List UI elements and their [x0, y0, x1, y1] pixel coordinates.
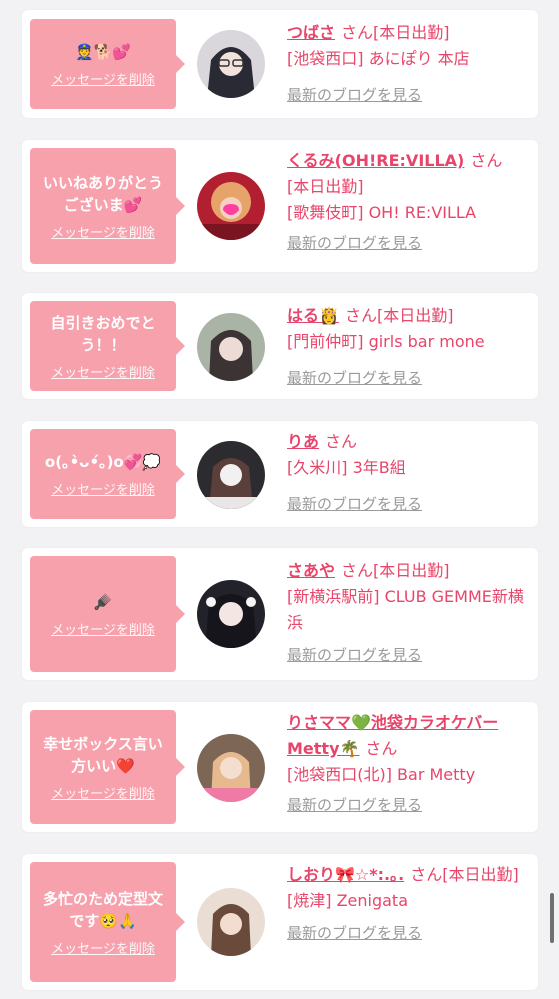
message-text: いいねありがとうございま💕: [42, 173, 163, 214]
message-bubble: o(｡•̀ᴗ•́｡)o💞💭 メッセージを削除: [30, 429, 185, 519]
message-bubble: 多忙のため定型文です🥺🙏 メッセージを削除: [30, 862, 185, 982]
shop-text: [門前仲町] girls bar mone: [287, 332, 485, 351]
shop-text: [久米川] 3年B組: [287, 458, 406, 477]
avatar[interactable]: [197, 888, 265, 956]
avatar-image: [197, 313, 265, 381]
message-text: 幸せボックス言い方いい❤️: [43, 734, 163, 775]
avatar-image: [197, 30, 265, 98]
profile-name-link[interactable]: くるみ(OH!RE:VILLA): [287, 151, 464, 170]
message-text: 🪮: [93, 592, 113, 611]
shop-text: [池袋西口(北)] Bar Metty: [287, 765, 476, 784]
honorific: さん: [341, 23, 374, 42]
list-item: 自引きおめでとう！！ メッセージを削除 はる👸 さん[本日出勤] [門前仲町] g…: [22, 293, 538, 399]
avatar[interactable]: [197, 30, 265, 98]
honorific: さん: [365, 739, 398, 758]
delete-message-link[interactable]: メッセージを削除: [51, 362, 155, 381]
latest-blog-link[interactable]: 最新のブログを見る: [287, 642, 422, 668]
profile-name-link[interactable]: りあ: [287, 432, 319, 451]
honorific: さん: [344, 306, 377, 325]
avatar-image: [197, 580, 265, 648]
message-bubble: 自引きおめでとう！！ メッセージを削除: [30, 301, 185, 391]
avatar-image: [197, 734, 265, 802]
list-item: 幸せボックス言い方いい❤️ メッセージを削除 りさママ💚池袋カラオケバーMett…: [22, 702, 538, 832]
avatar[interactable]: [197, 313, 265, 381]
avatar[interactable]: [197, 172, 265, 240]
status-text: [本日出勤]: [373, 561, 450, 580]
list-item: 多忙のため定型文です🥺🙏 メッセージを削除 しおり🎀☆*:.｡. さん[本日出勤]…: [22, 854, 538, 990]
avatar-image: [197, 172, 265, 240]
status-text: [本日出勤]: [287, 177, 364, 196]
profile-name-link[interactable]: さあや: [287, 561, 335, 580]
latest-blog-link[interactable]: 最新のブログを見る: [287, 365, 422, 391]
message-bubble: いいねありがとうございま💕 メッセージを削除: [30, 148, 185, 264]
avatar[interactable]: [197, 580, 265, 648]
avatar[interactable]: [197, 734, 265, 802]
delete-message-link[interactable]: メッセージを削除: [51, 222, 155, 241]
message-text: 👮🐕💕: [74, 42, 132, 61]
message-text: o(｡•̀ᴗ•́｡)o💞💭: [44, 452, 162, 471]
message-bubble: 🪮 メッセージを削除: [30, 556, 185, 672]
profile-name-link[interactable]: はる👸: [287, 306, 339, 325]
profile-info: しおり🎀☆*:.｡. さん[本日出勤] [焼津] Zenigata 最新のブログを…: [287, 862, 532, 946]
list-item: o(｡•̀ᴗ•́｡)o💞💭 メッセージを削除 りあ さん [久米川] 3年B組 最…: [22, 421, 538, 527]
avatar[interactable]: [197, 441, 265, 509]
profile-info: りあ さん [久米川] 3年B組 最新のブログを見る: [287, 429, 532, 517]
latest-blog-link[interactable]: 最新のブログを見る: [287, 230, 422, 256]
latest-blog-link[interactable]: 最新のブログを見る: [287, 491, 422, 517]
list-item: 🪮 メッセージを削除 さあや さん[本日出勤] [新横浜駅前] CLUB GEMM…: [22, 548, 538, 680]
avatar-image: [197, 888, 265, 956]
latest-blog-link[interactable]: 最新のブログを見る: [287, 792, 422, 818]
delete-message-link[interactable]: メッセージを削除: [51, 69, 155, 88]
honorific: さん: [410, 865, 443, 884]
latest-blog-link[interactable]: 最新のブログを見る: [287, 920, 422, 946]
profile-info: りさママ💚池袋カラオケバーMetty🌴 さん [池袋西口(北)] Bar Mett…: [287, 710, 532, 818]
delete-message-link[interactable]: メッセージを削除: [51, 619, 155, 638]
list-item: 👮🐕💕 メッセージを削除 つばさ さん[本日出勤] [池袋西口] あにぽり 本店 …: [22, 10, 538, 118]
latest-blog-link[interactable]: 最新のブログを見る: [287, 82, 422, 108]
delete-message-link[interactable]: メッセージを削除: [51, 783, 155, 802]
message-bubble: 幸せボックス言い方いい❤️ メッセージを削除: [30, 710, 185, 824]
profile-info: さあや さん[本日出勤] [新横浜駅前] CLUB GEMME新横浜 最新のブログ…: [287, 558, 532, 668]
shop-text: [新横浜駅前] CLUB GEMME新横浜: [287, 587, 524, 632]
status-text: [本日出勤]: [442, 865, 519, 884]
shop-text: [焼津] Zenigata: [287, 891, 409, 910]
message-text: 多忙のため定型文です🥺🙏: [42, 889, 163, 930]
status-text: [本日出勤]: [373, 23, 450, 42]
list-item: いいねありがとうございま💕 メッセージを削除 くるみ(OH!RE:VILLA) さ…: [22, 140, 538, 272]
profile-info: くるみ(OH!RE:VILLA) さん [本日出勤] [歌舞伎町] OH! RE:…: [287, 148, 532, 256]
shop-text: [歌舞伎町] OH! RE:VILLA: [287, 203, 477, 222]
scrollbar[interactable]: [550, 893, 554, 943]
shop-text: [池袋西口] あにぽり 本店: [287, 49, 470, 68]
message-bubble: 👮🐕💕 メッセージを削除: [30, 19, 185, 109]
profile-info: つばさ さん[本日出勤] [池袋西口] あにぽり 本店 最新のブログを見る: [287, 20, 532, 108]
message-text: 自引きおめでとう！！: [50, 313, 156, 354]
honorific: さん: [341, 561, 374, 580]
profile-name-link[interactable]: しおり🎀☆*:.｡.: [287, 865, 404, 884]
delete-message-link[interactable]: メッセージを削除: [51, 479, 155, 498]
delete-message-link[interactable]: メッセージを削除: [51, 938, 155, 957]
profile-info: はる👸 さん[本日出勤] [門前仲町] girls bar mone 最新のブログ…: [287, 303, 532, 391]
profile-name-link[interactable]: つばさ: [287, 23, 335, 42]
status-text: [本日出勤]: [376, 306, 454, 325]
honorific: さん: [470, 151, 503, 170]
avatar-image: [197, 441, 265, 509]
honorific: さん: [325, 432, 358, 451]
